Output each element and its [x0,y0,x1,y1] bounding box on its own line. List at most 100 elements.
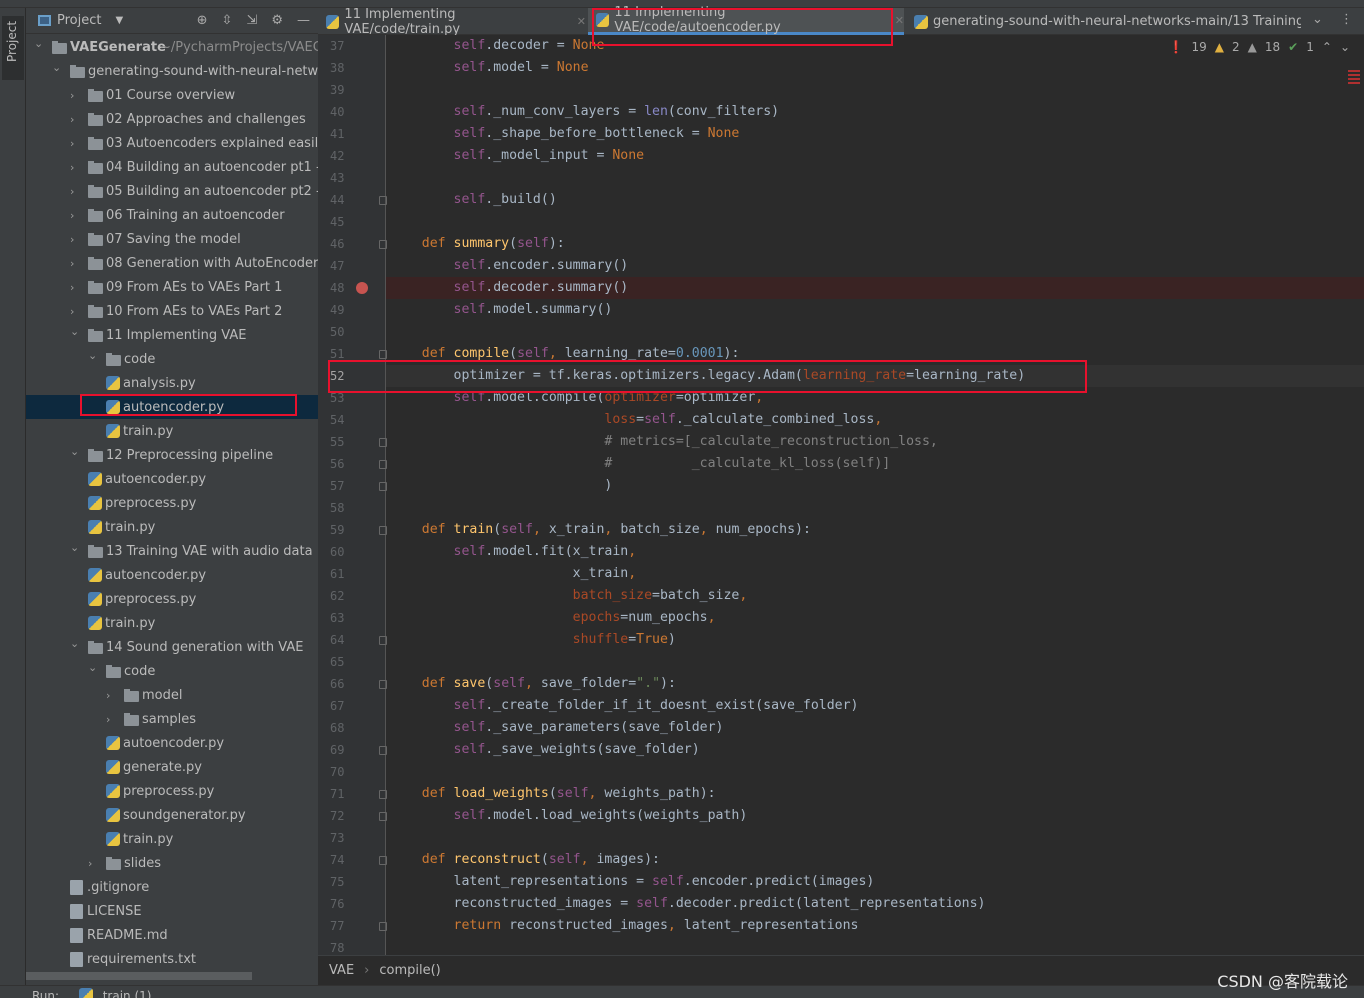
fold-icon[interactable] [379,812,387,821]
code-line[interactable]: def reconstruct(self, images): [390,849,660,871]
chevron-right-icon[interactable]: › [70,113,80,126]
fold-icon[interactable] [379,438,387,447]
code-line[interactable]: latent_representations = self.encoder.pr… [390,871,875,893]
tree-item[interactable]: › 08 Generation with AutoEncoders [26,251,318,275]
chevron-right-icon[interactable]: › [70,185,80,198]
code-line[interactable]: x_train, [390,563,637,585]
chevron-down-icon[interactable]: ⌄ [34,37,44,50]
breadcrumb-class[interactable]: VAE [329,963,354,978]
chevron-down-icon[interactable]: ⌄ [70,445,80,458]
tree-item[interactable]: .gitignore [26,875,318,899]
tab-train-py[interactable]: 11 Implementing VAE/code/train.py ✕ [318,7,586,37]
chevron-down-icon[interactable]: ⌄ [70,541,80,554]
code-line[interactable]: self.model.summary() [390,299,613,321]
code-line[interactable]: self.decoder = None [390,35,605,57]
fold-icon[interactable] [379,680,387,689]
tree-item[interactable]: soundgenerator.py [26,803,318,827]
tree-item[interactable]: ⌄ generating-sound-with-neural-networ [26,59,318,83]
code-line[interactable]: loss=self._calculate_combined_loss, [390,409,882,431]
error-stripe-mark[interactable] [1348,78,1360,80]
code-line[interactable]: self.model = None [390,57,589,79]
tree-item[interactable]: › 04 Building an autoencoder pt1 - e [26,155,318,179]
tree-item[interactable]: › slides [26,851,318,875]
tab-list-chevron-icon[interactable]: ⌄ [1312,12,1323,27]
locate-icon[interactable]: ⊕ [197,13,208,28]
chevron-right-icon[interactable]: › [106,713,116,726]
code-line[interactable]: self._num_conv_layers = len(conv_filters… [390,101,780,123]
tree-item[interactable]: train.py [26,827,318,851]
code-line[interactable]: def load_weights(self, weights_path): [390,783,716,805]
project-tool-button[interactable]: Project [2,16,24,80]
tree-item[interactable]: analysis.py [26,371,318,395]
code-line[interactable]: # metrics=[_calculate_reconstruction_los… [390,431,937,453]
code-line[interactable]: self._save_parameters(save_folder) [390,717,724,739]
tree-item[interactable]: ⌄ code [26,347,318,371]
chevron-down-icon[interactable]: ⌄ [52,61,62,74]
code-line[interactable]: self.model.load_weights(weights_path) [390,805,748,827]
inspection-widget[interactable]: ❗ 19 ▲ 2 ▲ 18 ✔ 1 ⌃ ⌄ [1169,40,1350,54]
editor-gutter[interactable]: 37 38 39 40 41 42 43 44 45 46 47 48 49 50 51 52 53 54 55 56… [318,35,387,955]
code-line[interactable]: epochs=num_epochs, [390,607,716,629]
chevron-right-icon[interactable]: › [70,281,80,294]
tree-item[interactable]: › samples [26,707,318,731]
run-tab-train[interactable]: train (1) [103,989,152,998]
code-line[interactable]: # _calculate_kl_loss(self)] [390,453,890,475]
hide-icon[interactable]: — [297,13,310,28]
chevron-down-icon[interactable]: ⌄ [88,661,98,674]
tree-item[interactable]: README.md [26,923,318,947]
tree-item[interactable]: LICENSE [26,899,318,923]
chevron-right-icon[interactable]: › [70,89,80,102]
close-icon[interactable]: ✕ [577,15,586,28]
fold-icon[interactable] [379,526,387,535]
tree-item[interactable]: ⌄ 14 Sound generation with VAE [26,635,318,659]
code-line[interactable]: def save(self, save_folder="."): [390,673,676,695]
chevron-right-icon[interactable]: › [70,161,80,174]
tree-item[interactable]: ⌄ 13 Training VAE with audio data [26,539,318,563]
chevron-down-icon[interactable]: ▼ [115,15,123,26]
code-line[interactable]: def summary(self): [390,233,565,255]
chevron-right-icon[interactable]: › [70,257,80,270]
chevron-down-icon[interactable]: ⌄ [88,349,98,362]
code-line[interactable]: self._create_folder_if_it_doesnt_exist(s… [390,695,859,717]
tree-item[interactable]: requirements.txt [26,947,318,971]
code-line[interactable]: self._shape_before_bottleneck = None [390,123,740,145]
gear-icon[interactable]: ⚙ [271,13,283,28]
tree-item[interactable]: preprocess.py [26,779,318,803]
tree-item[interactable]: › 03 Autoencoders explained easily [26,131,318,155]
code-line[interactable]: batch_size=batch_size, [390,585,748,607]
code-line[interactable]: self._model_input = None [390,145,645,167]
chevron-right-icon[interactable]: › [88,857,98,870]
tree-item[interactable]: › 05 Building an autoencoder pt2 - de [26,179,318,203]
tree-item[interactable]: › 01 Course overview [26,83,318,107]
code-editor[interactable]: 37 38 39 40 41 42 43 44 45 46 47 48 49 50 51 52 53 54 55 56… [318,35,1364,955]
chevron-down-icon[interactable]: ⌄ [70,325,80,338]
previous-highlight-icon[interactable]: ⌃ [1322,40,1332,54]
fold-icon[interactable] [379,922,387,931]
chevron-right-icon[interactable]: › [70,209,80,222]
chevron-down-icon[interactable]: ⌄ [70,637,80,650]
expand-all-icon[interactable]: ⇳ [222,13,233,28]
fold-icon[interactable] [379,482,387,491]
horizontal-scrollbar[interactable] [26,972,252,980]
project-view-selector[interactable]: Project [57,13,101,28]
tree-item[interactable]: preprocess.py [26,491,318,515]
tree-item[interactable]: › 02 Approaches and challenges [26,107,318,131]
tree-item[interactable]: › model [26,683,318,707]
tree-item[interactable]: ⌄ VAEGenerate ~/PycharmProjects/VAEGe [26,35,318,59]
tab-training-vae[interactable]: generating-sound-with-neural-networks-ma… [906,8,1301,35]
fold-icon[interactable] [379,636,387,645]
code-line[interactable]: self._save_weights(save_folder) [390,739,700,761]
chevron-right-icon[interactable]: › [106,689,116,702]
next-highlight-icon[interactable]: ⌄ [1340,40,1350,54]
fold-icon[interactable] [379,746,387,755]
fold-icon[interactable] [379,856,387,865]
tree-item[interactable]: autoencoder.py [26,731,318,755]
code-line[interactable]: reconstructed_images = self.decoder.pred… [390,893,986,915]
code-line[interactable]: ) [390,475,612,497]
code-line[interactable]: self.encoder.summary() [390,255,629,277]
fold-icon[interactable] [379,196,387,205]
collapse-all-icon[interactable]: ⇲ [246,13,257,28]
code-line[interactable]: def train(self, x_train, batch_size, num… [390,519,811,541]
breadcrumb-method[interactable]: compile() [379,963,440,978]
tree-item[interactable]: train.py [26,611,318,635]
